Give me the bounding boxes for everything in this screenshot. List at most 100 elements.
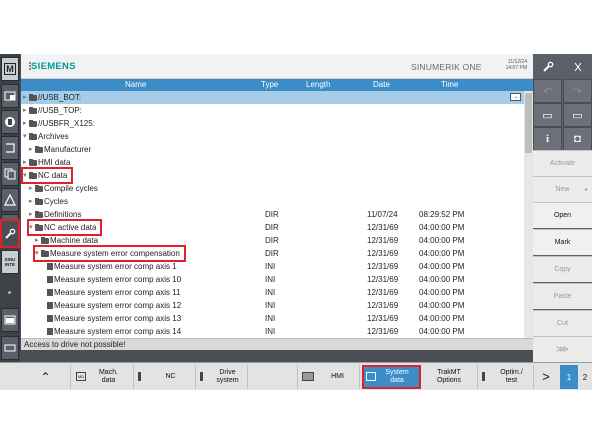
row-label: HMI data xyxy=(38,158,71,167)
table-row[interactable]: ▸ Definitions DIR 11/07/24 08:29:52 PM xyxy=(21,208,524,221)
trakmt-options-label: TrakMT Options xyxy=(436,369,462,384)
table-row[interactable]: ▸ Cycles xyxy=(21,195,524,208)
drive-system-softkey[interactable]: Drive system xyxy=(196,365,248,389)
redo-button[interactable]: ↷ xyxy=(563,79,592,103)
vertical-scrollbar[interactable] xyxy=(524,91,533,338)
row-label: Measure system error comp axis 11 xyxy=(54,288,181,297)
row-name: Measure system error comp axis 12 xyxy=(41,299,181,312)
startup-area-button[interactable] xyxy=(0,219,20,248)
row-name: ▸ Manufacturer xyxy=(29,143,91,156)
mach-data-softkey[interactable]: MD Mach. data xyxy=(72,365,134,389)
optim-test-softkey[interactable]: Optim./ test xyxy=(478,365,534,389)
hmi-softkey[interactable]: HMI xyxy=(298,365,360,389)
new-softkey[interactable]: New ▸ xyxy=(533,176,592,202)
folder-icon xyxy=(29,132,37,140)
table-row[interactable]: Measure system error comp axis 14 INI 12/3… xyxy=(21,325,524,338)
paste-softkey[interactable]: Paste xyxy=(533,283,592,309)
row-label: NC active data xyxy=(44,223,97,232)
keyboard-button[interactable] xyxy=(1,336,19,360)
row-type: INI xyxy=(265,301,276,310)
alarm-area-button[interactable] xyxy=(1,188,19,212)
mark-softkey[interactable]: Mark xyxy=(533,229,592,255)
table-row[interactable]: ▾ Measure system error compensation DIR 12/… xyxy=(21,245,524,262)
table-row[interactable]: Measure system error comp axis 1 INI 12/31… xyxy=(21,260,524,273)
file-table-header: Name Type Length Date Time xyxy=(21,79,533,91)
table-row[interactable]: ▾ NC data xyxy=(20,167,524,184)
window-icon: ▭ xyxy=(542,109,553,122)
empty-softkey[interactable] xyxy=(248,365,298,389)
activate-softkey[interactable]: Activate xyxy=(533,150,592,176)
table-row[interactable]: ▸ Compile cycles xyxy=(21,182,524,195)
back-softkey[interactable]: ⌃ xyxy=(21,365,71,389)
row-date: 12/31/69 xyxy=(367,288,399,297)
folder-icon xyxy=(35,145,43,153)
row-label: //USB_TOP: xyxy=(38,106,82,115)
machine-data-icon: MD xyxy=(76,372,86,381)
sinumerik-integrate-button[interactable]: SINU INTE xyxy=(1,250,19,274)
program-manager-button[interactable] xyxy=(1,136,19,160)
table-row[interactable]: Measure system error comp axis 12 INI 12/3… xyxy=(21,299,524,312)
channel-switch-button[interactable] xyxy=(563,54,592,79)
row-date: 12/31/69 xyxy=(367,327,399,336)
table-row[interactable]: ▸//USB_TOP: xyxy=(21,104,524,117)
info-button[interactable]: i xyxy=(533,127,562,151)
horizontal-softkey-bar: ⌃ MD Mach. data NC Drive system HMI Syst… xyxy=(0,362,592,390)
file-icon xyxy=(47,263,53,270)
table-row[interactable]: ▾ Archives xyxy=(21,130,524,143)
file-tree-list: ▸//USB_BOT: → ▸//USB_TOP: ▸//USBFR_X125: ▾ Ar… xyxy=(20,91,524,338)
machine-icon: M xyxy=(4,63,16,75)
expand-left-button[interactable]: ▸ xyxy=(1,280,19,304)
table-row[interactable]: ▸ Machine data DIR 12/31/69 04:00:00 PM xyxy=(21,234,524,247)
table-row[interactable]: Measure system error comp axis 10 INI 12/3… xyxy=(21,273,524,286)
cut-softkey[interactable]: Cut xyxy=(533,310,592,336)
table-row[interactable]: ▸ Manufacturer xyxy=(21,143,524,156)
column-type[interactable]: Type xyxy=(261,80,278,89)
chevron-up-icon: ⌃ xyxy=(40,370,51,384)
parameter-area-button[interactable] xyxy=(1,84,19,108)
row-type: DIR xyxy=(265,223,279,232)
chevron-right-icon: ▸ xyxy=(8,289,12,296)
diagnostics-area-button[interactable] xyxy=(1,162,19,186)
table-row[interactable]: Measure system error comp axis 11 INI 12/3… xyxy=(21,286,524,299)
table-row[interactable]: ▸//USB_BOT: → xyxy=(21,91,524,104)
trakmt-options-softkey[interactable]: TrakMT Options xyxy=(421,365,478,389)
open-softkey[interactable]: Open xyxy=(533,202,592,228)
nc-softkey[interactable]: NC xyxy=(134,365,196,389)
copy-softkey[interactable]: Copy xyxy=(533,256,592,282)
column-length[interactable]: Length xyxy=(306,80,330,89)
chevron-right-icon: > xyxy=(542,369,550,384)
more-softkey[interactable]: ⋙ xyxy=(533,336,592,362)
window-button[interactable]: ▭ xyxy=(533,103,562,127)
header-bar: SIEMENS SINUMERIK ONE 11/12/24 14:07 PM xyxy=(21,54,533,79)
file-icon xyxy=(47,328,53,335)
row-date: 11/07/24 xyxy=(367,210,398,219)
fullscreen-button[interactable]: ▭ xyxy=(563,103,592,127)
table-row[interactable]: Measure system error comp axis 13 INI 12/3… xyxy=(21,312,524,325)
tool-button[interactable] xyxy=(533,54,562,79)
scrollbar-thumb[interactable] xyxy=(525,93,532,153)
program-area-button[interactable] xyxy=(1,110,19,134)
next-softkey-page-button[interactable]: > xyxy=(534,365,558,389)
row-date: 12/31/69 xyxy=(367,223,399,232)
softkey-page-2[interactable]: 2 xyxy=(576,365,592,389)
row-time: 04:00:00 PM xyxy=(419,301,465,310)
system-data-softkey[interactable]: System data xyxy=(362,365,421,389)
screenshot-button[interactable]: ◘ xyxy=(563,127,592,151)
folder-icon xyxy=(29,171,37,179)
program-manager-icon xyxy=(6,143,15,153)
column-time[interactable]: Time xyxy=(441,80,458,89)
row-time: 04:00:00 PM xyxy=(419,327,465,336)
table-row[interactable]: ▸//USBFR_X125: xyxy=(21,117,524,130)
row-time: 04:00:00 PM xyxy=(419,288,465,297)
table-row[interactable]: ▾ NC active data DIR 12/31/69 04:00:00 PM xyxy=(21,219,524,236)
window-toggle-button[interactable] xyxy=(1,308,19,332)
undo-button[interactable]: ↶ xyxy=(533,79,562,103)
machine-area-button[interactable]: M xyxy=(1,57,19,81)
undo-icon: ↶ xyxy=(542,85,553,98)
drive-connect-icon[interactable]: → xyxy=(510,93,521,101)
column-name[interactable]: Name xyxy=(125,80,146,89)
table-row[interactable]: ▸ HMI data xyxy=(21,156,524,169)
column-date[interactable]: Date xyxy=(373,80,390,89)
redo-icon: ↷ xyxy=(572,85,583,98)
row-label: Machine data xyxy=(50,236,99,245)
